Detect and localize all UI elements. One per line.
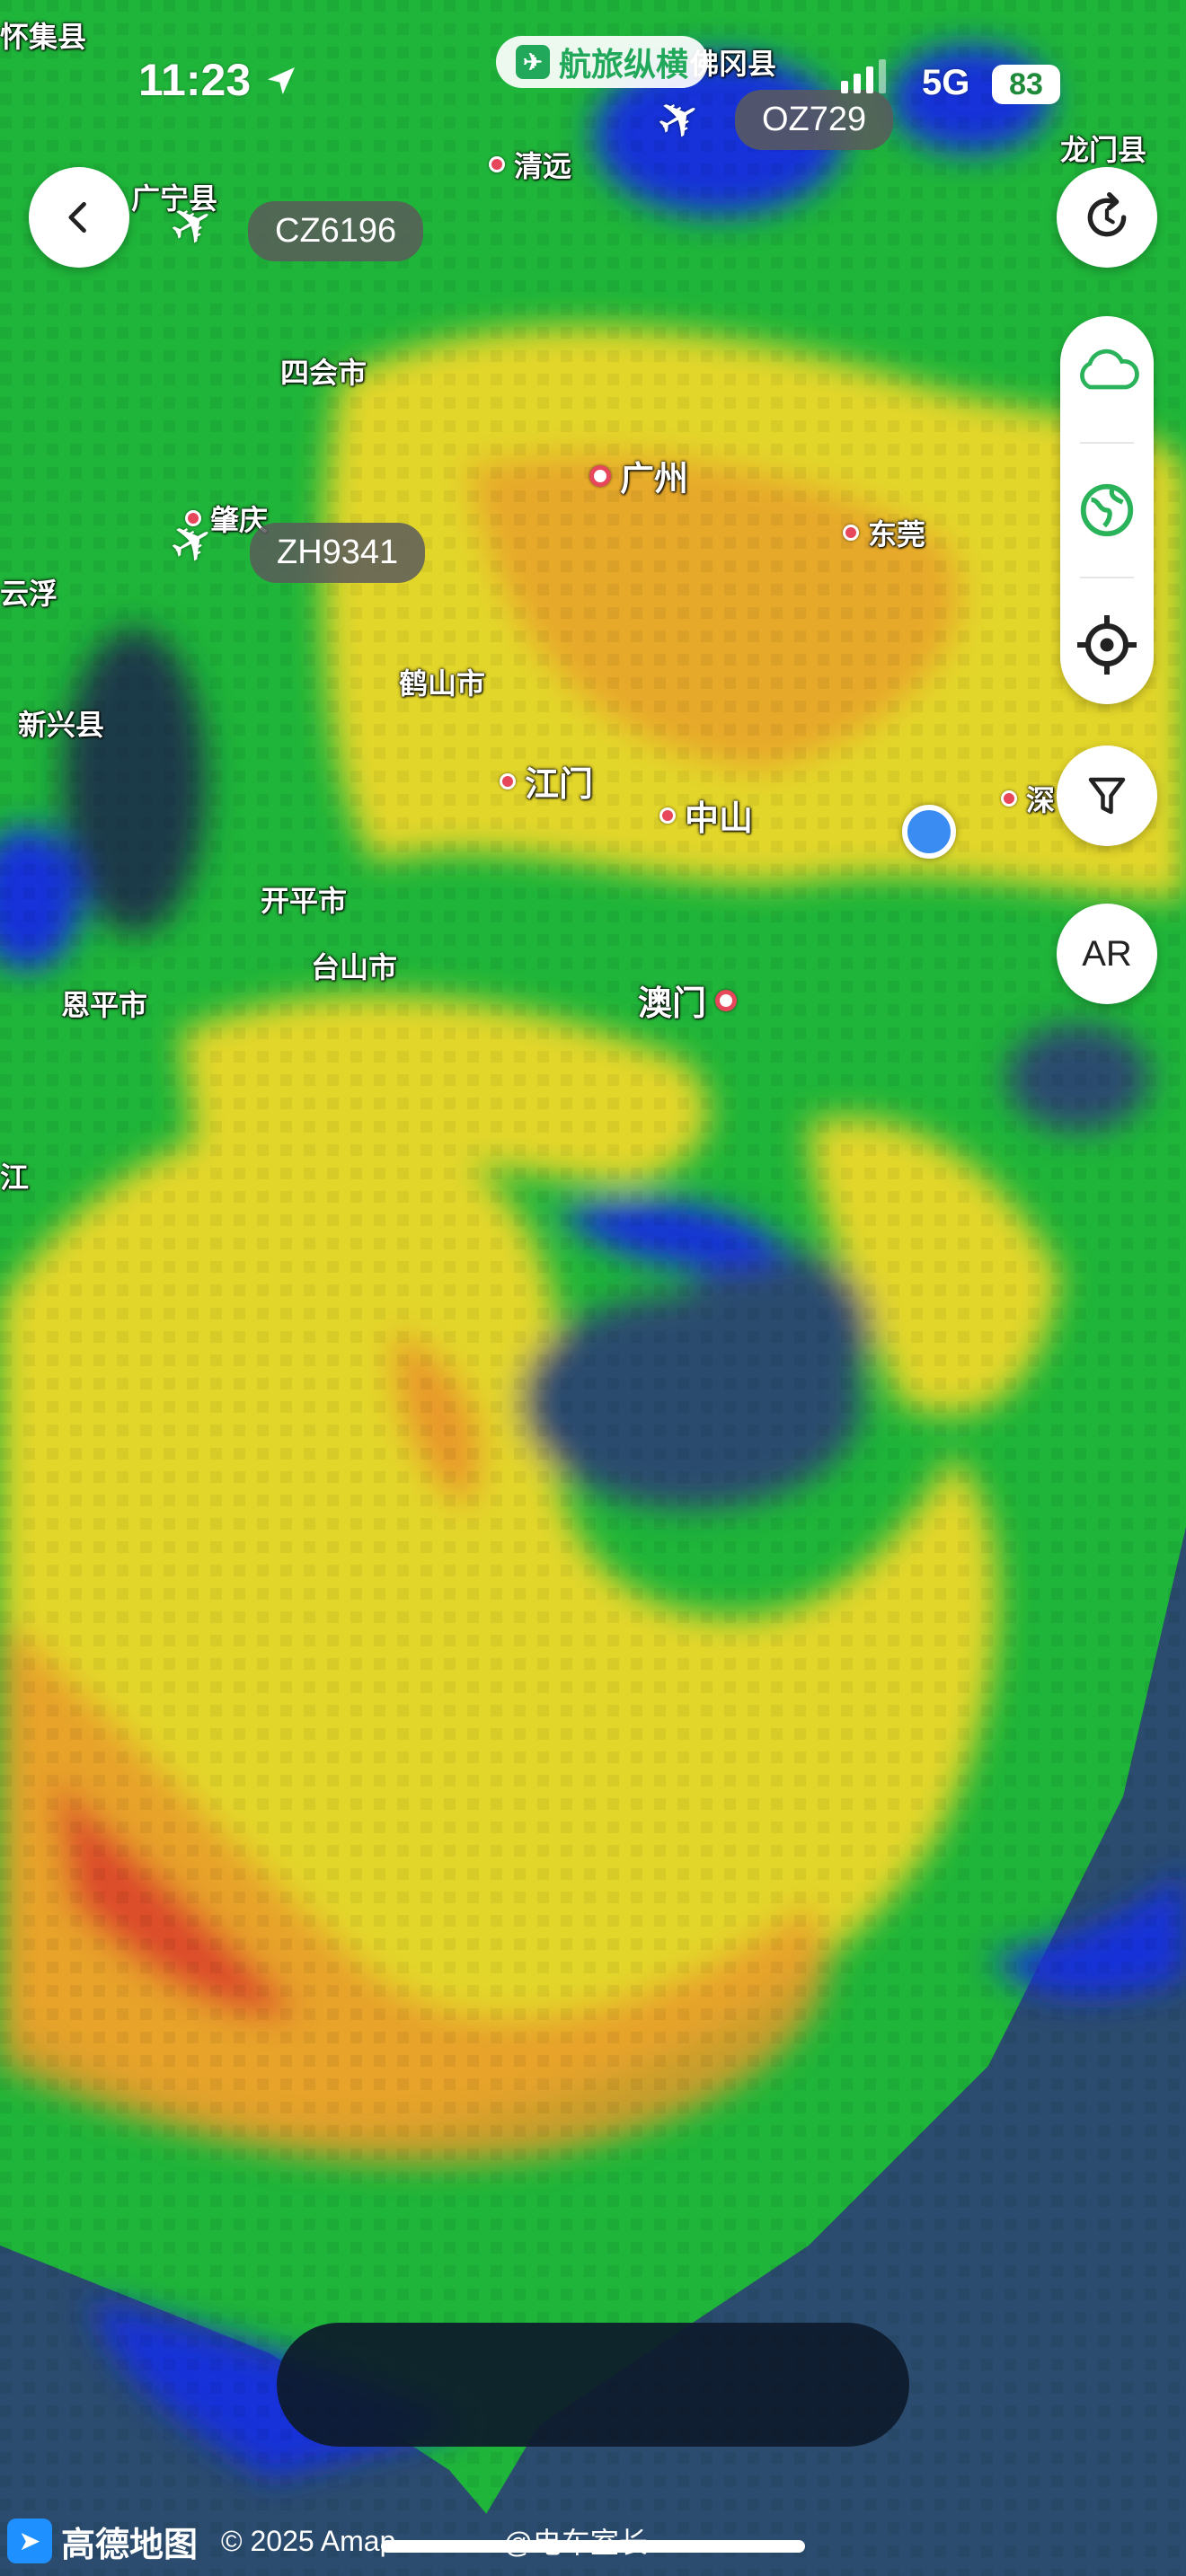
cloud-icon (1080, 348, 1139, 390)
ar-label: AR (1082, 933, 1132, 974)
network-type: 5G (922, 63, 970, 102)
globe-icon (1080, 483, 1134, 537)
city-dot (843, 525, 859, 541)
app-logo-icon: ✈ (516, 45, 550, 79)
ar-button[interactable]: AR (1057, 904, 1157, 1004)
filter-icon (1088, 777, 1126, 815)
weather-radar-map[interactable]: 怀集县 佛冈县 龙门县 广宁县 清远 四会市 广州 东莞 肇庆 云浮 鹤山市 新… (0, 0, 1186, 2576)
city-dongguan[interactable]: 东莞 (843, 512, 925, 553)
flight-label[interactable]: OZ729 (735, 90, 894, 150)
flight-label[interactable]: CZ6196 (248, 201, 424, 261)
city-dot (489, 156, 505, 172)
city-dot (589, 464, 611, 487)
status-time: 11:23 (138, 54, 299, 110)
city-dot (659, 807, 676, 824)
city-label-yunfu: 云浮 (0, 577, 58, 611)
location-arrow-icon (263, 57, 299, 110)
signal-icon (841, 59, 886, 93)
city-guangzhou[interactable]: 广州 (589, 451, 688, 500)
weather-layer-button[interactable] (1060, 316, 1154, 424)
flight-label[interactable]: ZH9341 (250, 523, 426, 583)
refresh-icon (1087, 192, 1127, 237)
refresh-button[interactable] (1057, 167, 1157, 268)
filter-button[interactable] (1057, 745, 1157, 846)
city-label-kaiping: 开平市 (261, 884, 348, 918)
city-dot (1001, 790, 1017, 807)
battery-indicator: 83 (992, 65, 1060, 104)
city-label-enping: 恩平市 (61, 988, 148, 1022)
city-label-jiang: 江 (0, 1160, 30, 1195)
city-label-xinxing: 新兴县 (18, 708, 105, 742)
amap-logo-icon: ➤ (7, 2519, 52, 2563)
locate-button[interactable] (1060, 591, 1154, 699)
city-label-sihui: 四会市 (280, 356, 367, 390)
city-label-longmen: 龙门县 (1060, 133, 1147, 167)
app-badge[interactable]: ✈ 航旅纵横 (496, 36, 709, 88)
city-zhongshan[interactable]: 中山 (659, 790, 753, 840)
city-macau[interactable]: 澳门 (638, 975, 738, 1025)
back-arrow-icon (68, 201, 86, 234)
city-shenzhen[interactable]: 深 (1001, 778, 1055, 819)
back-button[interactable] (29, 167, 129, 268)
map-layer-controls (1060, 316, 1154, 704)
city-qingyuan[interactable]: 清远 (489, 144, 571, 185)
copyright: © 2025 Amap (221, 2524, 396, 2557)
city-label-heshan: 鹤山市 (399, 666, 486, 701)
brand-name: 高德地图 (61, 2526, 199, 2564)
radar-layer (0, 0, 1186, 2576)
city-dot (500, 772, 516, 790)
home-indicator[interactable] (381, 2540, 805, 2553)
locate-icon (1077, 615, 1137, 675)
bottom-panel[interactable] (277, 2323, 909, 2447)
city-jiangmen[interactable]: 江门 (500, 756, 593, 806)
satellite-layer-button[interactable] (1060, 456, 1154, 564)
city-label-taishan: 台山市 (311, 950, 398, 984)
app-badge-label: 航旅纵横 (559, 46, 689, 83)
city-dot (715, 989, 738, 1011)
current-location-marker (902, 805, 956, 859)
city-label-huaiji: 怀集县 (0, 20, 87, 54)
